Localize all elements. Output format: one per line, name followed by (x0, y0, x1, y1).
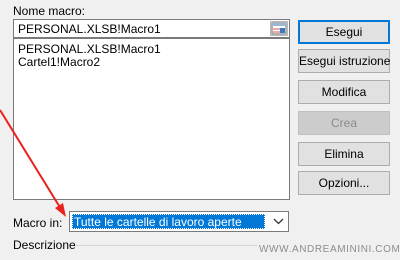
annotation-arrow (0, 109, 66, 217)
